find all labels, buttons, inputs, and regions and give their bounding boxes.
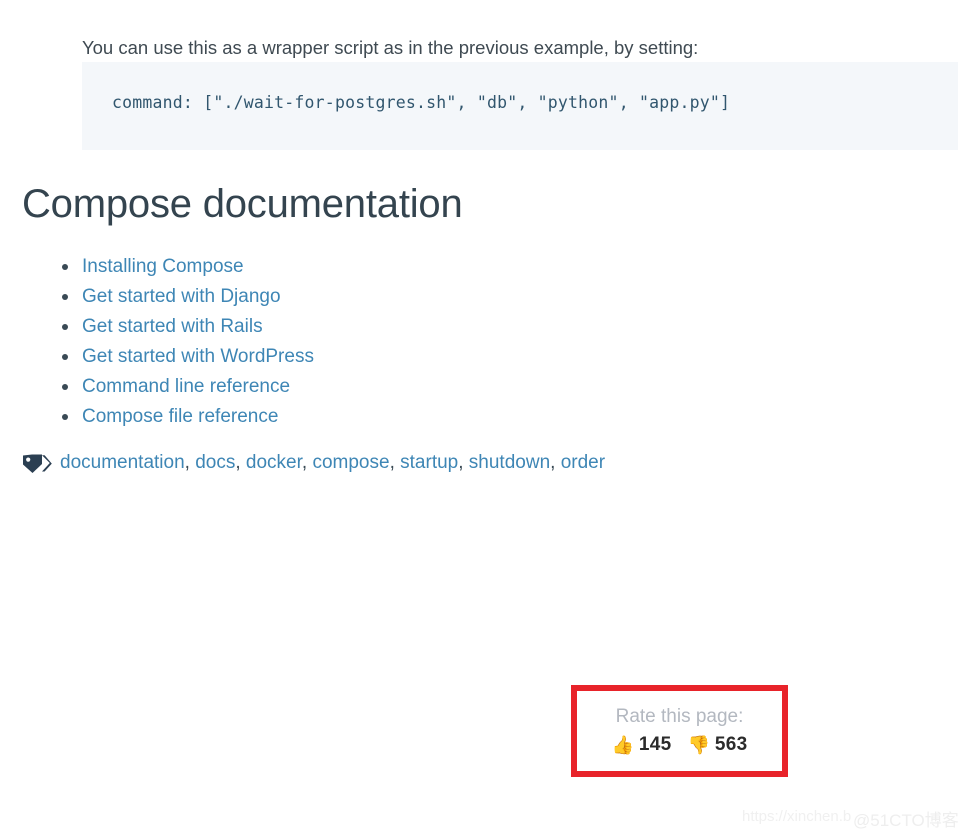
list-item: Installing Compose bbox=[62, 252, 314, 282]
rate-this-page-widget: Rate this page: 👍 145 👎 563 bbox=[571, 685, 788, 777]
tag-link-startup[interactable]: startup bbox=[400, 452, 458, 473]
doc-link-get-started-django[interactable]: Get started with Django bbox=[82, 286, 281, 307]
list-item: Command line reference bbox=[62, 372, 314, 402]
bullet-icon bbox=[62, 294, 68, 300]
doc-link-compose-file-reference[interactable]: Compose file reference bbox=[82, 406, 278, 427]
doc-link-installing-compose[interactable]: Installing Compose bbox=[82, 256, 244, 277]
list-item: Compose file reference bbox=[62, 402, 314, 432]
documentation-page: You can use this as a wrapper script as … bbox=[0, 0, 958, 836]
bullet-icon bbox=[62, 354, 68, 360]
thumbs-down-count: 563 bbox=[714, 734, 748, 755]
tag-separator: , bbox=[235, 452, 246, 473]
tag-separator: , bbox=[184, 452, 196, 473]
tag-separator: , bbox=[458, 452, 469, 473]
tags-row: documentation, docs, docker, compose, st… bbox=[22, 450, 605, 476]
bullet-icon bbox=[62, 324, 68, 330]
tag-separator: , bbox=[389, 452, 401, 473]
tag-link-documentation[interactable]: documentation bbox=[60, 452, 185, 473]
tag-icon bbox=[22, 452, 52, 474]
tag-link-compose[interactable]: compose bbox=[312, 452, 389, 473]
tag-link-docs[interactable]: docs bbox=[195, 452, 235, 473]
documentation-link-list: Installing Compose Get started with Djan… bbox=[62, 252, 314, 432]
list-item: Get started with WordPress bbox=[62, 342, 314, 372]
thumbs-up-count: 145 bbox=[638, 734, 672, 755]
tag-separator: , bbox=[550, 452, 561, 473]
doc-link-command-line-reference[interactable]: Command line reference bbox=[82, 376, 290, 397]
doc-link-get-started-wordpress[interactable]: Get started with WordPress bbox=[82, 346, 314, 367]
tags-list: documentation, docs, docker, compose, st… bbox=[60, 452, 605, 474]
code-snippet-text: command: ["./wait-for-postgres.sh", "db"… bbox=[112, 93, 731, 112]
code-block: command: ["./wait-for-postgres.sh", "db"… bbox=[82, 62, 958, 150]
page-title: Compose documentation bbox=[22, 182, 463, 226]
watermark-url: https://xinchen.b bbox=[742, 808, 852, 825]
tag-link-order[interactable]: order bbox=[561, 452, 605, 473]
thumbs-up-icon[interactable]: 👍 bbox=[611, 733, 633, 757]
bullet-icon bbox=[62, 264, 68, 270]
list-item: Get started with Django bbox=[62, 282, 314, 312]
tag-separator: , bbox=[301, 452, 313, 473]
thumbs-down-icon[interactable]: 👎 bbox=[688, 733, 710, 757]
intro-paragraph: You can use this as a wrapper script as … bbox=[82, 36, 699, 58]
rate-this-page-label: Rate this page: bbox=[615, 706, 744, 727]
rate-counts: 👍 145 👎 563 bbox=[611, 733, 747, 757]
tag-link-docker[interactable]: docker bbox=[246, 452, 302, 473]
bullet-icon bbox=[62, 384, 68, 390]
tag-link-shutdown[interactable]: shutdown bbox=[469, 452, 550, 473]
watermark-brand: @51CTO博客 bbox=[853, 811, 958, 830]
doc-link-get-started-rails[interactable]: Get started with Rails bbox=[82, 316, 263, 337]
list-item: Get started with Rails bbox=[62, 312, 314, 342]
bullet-icon bbox=[62, 414, 68, 420]
watermark: https://xinchen.b @51CTO博客 bbox=[742, 806, 958, 832]
